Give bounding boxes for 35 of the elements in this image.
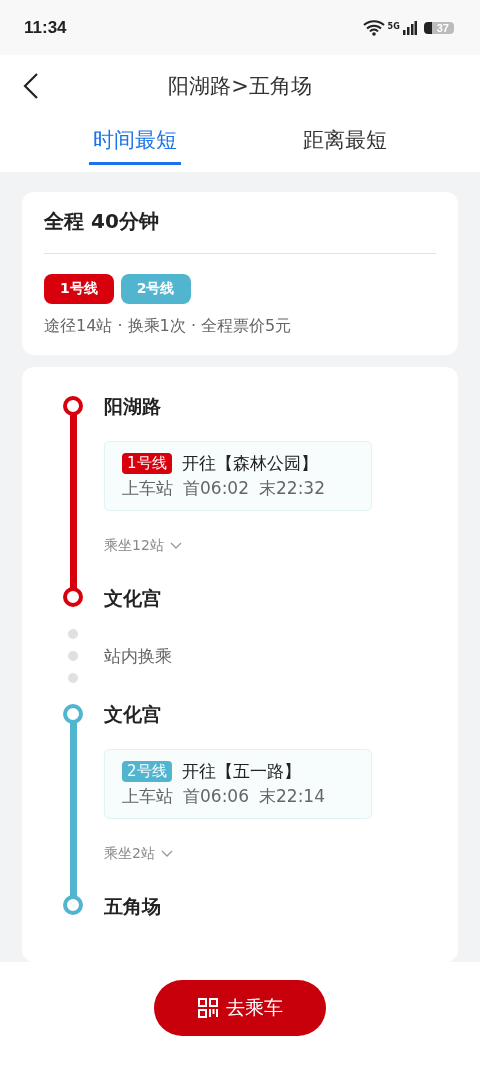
line-tag: 2号线 [120,274,191,304]
page-title: 阳湖路>五角场 [168,73,312,100]
back-icon[interactable] [23,72,39,100]
station-name: 文化宫 [104,702,162,727]
boarding-label: 上车站 [122,477,173,500]
signal-icon [402,20,417,35]
station-name: 文化宫 [104,586,162,611]
first-train-time: 首06:02 [183,477,249,500]
stops-toggle[interactable]: 乘坐12站 [104,537,182,555]
line-tag: 2号线 [122,761,172,782]
boarding-label: 上车站 [122,785,173,808]
line-tag: 1号线 [122,453,172,474]
network-label: 5G [387,21,400,31]
trip-duration: 全程 40分钟 [44,208,160,235]
chevron-down-icon [160,850,173,858]
route-tab[interactable]: 距离最短 [299,117,391,165]
transfer-note: 站内换乘 [104,644,173,668]
station-name: 阳湖路 [104,394,162,419]
last-train-time: 末22:32 [259,477,325,500]
go-ride-button[interactable]: 去乘车 [154,980,326,1036]
trip-info: 途径14站 · 换乘1次 · 全程票价5元 [44,316,293,337]
qr-code-icon [197,998,218,1018]
battery-indicator: 37 [423,21,454,34]
status-time: 11:34 [24,17,67,38]
last-train-time: 末22:14 [259,785,325,808]
chevron-down-icon [169,542,182,550]
first-train-time: 首06:06 [183,785,249,808]
dots-icon [68,629,78,683]
stops-toggle[interactable]: 乘坐2站 [104,845,173,863]
direction-text: 开往【五一路】 [181,760,301,783]
route-tab[interactable]: 时间最短 [89,117,181,165]
station-name: 五角场 [104,894,162,919]
line-tag: 1号线 [44,274,114,304]
wifi-icon [362,19,385,36]
direction-text: 开往【森林公园】 [181,452,318,475]
